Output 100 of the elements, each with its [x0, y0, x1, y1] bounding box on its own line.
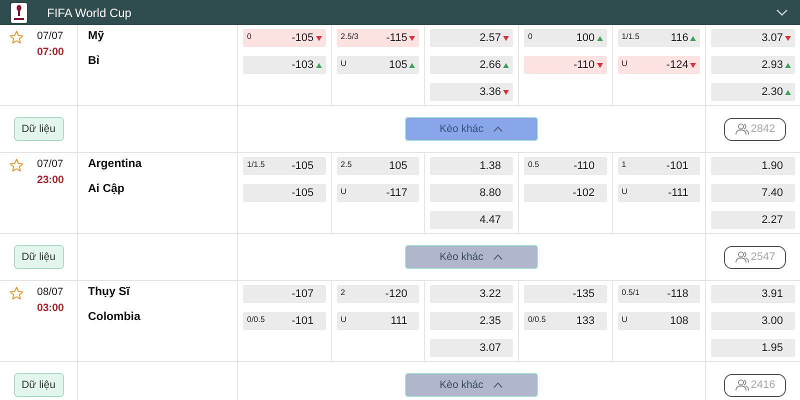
handicap-line: 0 — [247, 32, 252, 41]
handicap-line: 1/1.5 — [622, 32, 640, 41]
odds-cell[interactable]: 3.22 — [430, 285, 513, 303]
match-time: 07:00 — [37, 46, 64, 58]
odds-value: 3.07 — [480, 342, 501, 354]
odds-cell[interactable]: 1/1.5 -105 — [243, 157, 326, 175]
odds-cell[interactable]: U 108 — [618, 312, 700, 330]
odds-cell[interactable]: 0/0.5 -101 — [243, 312, 326, 330]
odds-value: -115 — [386, 32, 408, 44]
odds-value: -103 — [292, 59, 314, 71]
odds-value: 3.91 — [762, 288, 783, 300]
odds-cell[interactable]: 2.30 — [711, 83, 795, 101]
favorite-star-icon[interactable] — [9, 286, 24, 301]
odds-value: -110 — [573, 59, 595, 71]
odds-cell[interactable]: 3.07 — [430, 339, 513, 357]
odds-value: -117 — [386, 187, 408, 199]
odds-value: 2.30 — [762, 86, 783, 98]
odds-value: -118 — [667, 288, 688, 300]
match-time: 23:00 — [37, 174, 64, 186]
odds-cell[interactable]: 2.57 — [430, 29, 513, 47]
handicap-line: 0.5 — [528, 160, 540, 169]
handicap-line: 2.5 — [340, 160, 352, 169]
odds-value: -105 — [292, 160, 314, 172]
more-odds-button[interactable]: Kèo khác — [405, 245, 538, 269]
odds-value: 3.00 — [762, 315, 783, 327]
chevron-icon[interactable] — [776, 7, 788, 18]
odds-cell[interactable]: 0.5/1 -118 — [618, 285, 700, 303]
odds-value: 100 — [576, 32, 595, 44]
odds-value: -105 — [292, 32, 314, 44]
data-button[interactable]: Dữ liệu — [14, 245, 64, 269]
odds-cell[interactable]: 2.35 — [430, 312, 513, 330]
team-name: Colombia — [88, 311, 142, 325]
odds-cell[interactable]: U -124 — [618, 56, 700, 74]
odds-cell[interactable]: 7.40 — [711, 184, 795, 202]
team-name: Mỹ — [88, 30, 105, 44]
odds-cell[interactable]: -110 — [524, 56, 607, 74]
people-icon — [734, 251, 749, 263]
odds-value: -101 — [292, 315, 314, 327]
team-name: Argentina — [88, 158, 143, 172]
odds-cell[interactable]: 3.91 — [711, 285, 795, 303]
match-date: 07/07 — [37, 30, 64, 42]
odds-cell[interactable]: -105 — [243, 184, 326, 202]
people-icon — [734, 123, 749, 135]
odds-value: 2.35 — [480, 315, 501, 327]
odds-cell[interactable]: 2.93 — [711, 56, 795, 74]
odds-value: 133 — [576, 315, 595, 327]
odds-cell[interactable]: -135 — [524, 285, 607, 303]
odds-cell[interactable]: U 111 — [336, 312, 420, 330]
odds-value: 7.40 — [762, 187, 783, 199]
handicap-line: 0 — [528, 32, 532, 41]
handicap-line: 2 — [340, 288, 346, 297]
odds-cell[interactable]: 3.36 — [430, 83, 513, 101]
odds-cell[interactable]: 8.80 — [430, 184, 513, 202]
odds-cell[interactable]: 1.38 — [430, 157, 513, 175]
odds-value: 2.66 — [480, 59, 501, 71]
favorite-star-icon[interactable] — [9, 30, 24, 45]
odds-value: 2.57 — [480, 32, 501, 44]
odds-cell[interactable]: 0 -105 — [243, 29, 326, 47]
odds-cell[interactable]: 1/1.5 116 — [618, 29, 700, 47]
data-button[interactable]: Dữ liệu — [14, 373, 64, 397]
odds-cell[interactable]: 1.95 — [711, 339, 795, 357]
favorite-star-icon[interactable] — [9, 158, 24, 173]
team-name: Thụy Sĩ — [88, 286, 132, 300]
more-odds-button[interactable]: Kèo khác — [405, 373, 538, 397]
handicap-line: U — [622, 315, 628, 324]
odds-cell[interactable]: U 105 — [336, 56, 420, 74]
odds-cell[interactable]: 0/0.5 133 — [524, 312, 607, 330]
odds-value: 4.47 — [480, 214, 501, 226]
odds-value: 1.38 — [480, 160, 501, 172]
match-date: 08/07 — [37, 286, 64, 298]
odds-cell[interactable]: U -117 — [336, 184, 420, 202]
odds-cell[interactable]: 2.5/3 -115 — [336, 29, 420, 47]
odds-cell[interactable]: 2.5 105 — [336, 157, 420, 175]
odds-cell[interactable]: -107 — [243, 285, 326, 303]
odds-value: -135 — [572, 288, 595, 300]
odds-value: -101 — [666, 160, 688, 172]
odds-cell[interactable]: -103 — [243, 56, 326, 74]
people-icon — [734, 379, 749, 391]
match-date: 07/07 — [37, 158, 64, 170]
trophy-icon — [11, 2, 27, 22]
handicap-line: U — [622, 187, 628, 196]
handicap-line: U — [340, 59, 346, 68]
odds-value: -110 — [573, 160, 595, 172]
odds-cell[interactable]: 3.07 — [711, 29, 795, 47]
odds-cell[interactable]: U -111 — [618, 184, 700, 202]
odds-value: 3.22 — [480, 288, 501, 300]
odds-cell[interactable]: 0.5 -110 — [524, 157, 607, 175]
odds-cell[interactable]: 1 -101 — [618, 157, 700, 175]
odds-cell[interactable]: 4.47 — [430, 211, 513, 229]
odds-value: 108 — [670, 315, 688, 327]
odds-value: -107 — [292, 288, 314, 300]
odds-cell[interactable]: 3.00 — [711, 312, 795, 330]
odds-cell[interactable]: 2.66 — [430, 56, 513, 74]
odds-cell[interactable]: 2 -120 — [336, 285, 420, 303]
data-button[interactable]: Dữ liệu — [14, 117, 64, 141]
odds-cell[interactable]: 0 100 — [524, 29, 607, 47]
team-name: Ai Cập — [88, 183, 126, 197]
odds-cell[interactable]: 1.90 — [711, 157, 795, 175]
odds-cell[interactable]: 2.27 — [711, 211, 795, 229]
odds-cell[interactable]: -102 — [524, 184, 607, 202]
